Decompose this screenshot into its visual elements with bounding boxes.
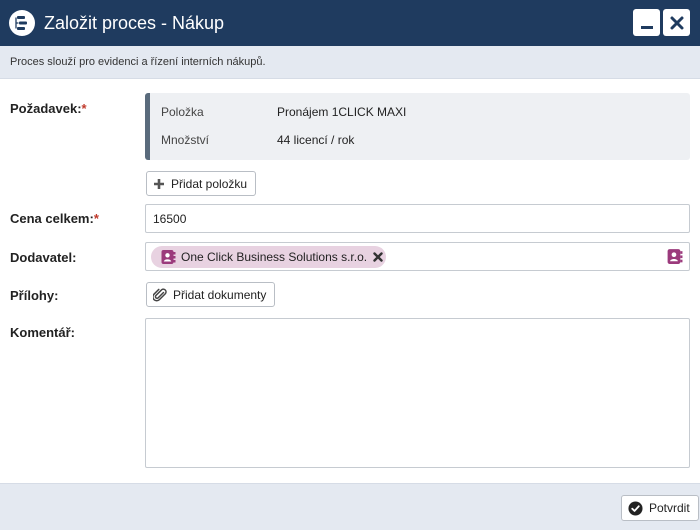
process-icon	[9, 10, 35, 36]
close-button[interactable]	[663, 9, 690, 36]
prilohy-label: Přílohy:	[10, 288, 59, 303]
dialog-title: Založit proces - Nákup	[44, 13, 225, 33]
add-item-label: Přidat položku	[171, 176, 248, 191]
dodavatel-label: Dodavatel:	[10, 250, 77, 265]
required-mark: *	[93, 211, 99, 226]
quantity-value: 44 licencí / rok	[277, 133, 355, 147]
confirm-button[interactable]: Potvrdit	[621, 495, 699, 521]
minimize-button[interactable]	[633, 9, 660, 36]
pozadavek-label-text: Požadavek:	[10, 101, 82, 116]
supplier-chip[interactable]: One Click Business Solutions s.r.o.	[151, 246, 386, 268]
add-documents-button[interactable]: Přidat dokumenty	[146, 282, 276, 307]
check-circle-icon	[628, 500, 643, 516]
supplier-chip-label: One Click Business Solutions s.r.o.	[181, 250, 368, 264]
item-key: Položka	[161, 105, 204, 119]
process-description: Proces slouží pro evidenci a řízení inte…	[0, 46, 700, 79]
cena-label: Cena celkem:*	[10, 211, 99, 226]
confirm-label: Potvrdit	[649, 501, 690, 515]
plus-icon	[153, 178, 165, 190]
title-bar: Založit proces - Nákup	[0, 0, 700, 46]
contact-picker-icon[interactable]	[666, 248, 683, 270]
remove-supplier-icon[interactable]	[373, 252, 383, 262]
cena-label-text: Cena celkem:	[10, 211, 94, 226]
add-item-button[interactable]: Přidat položku	[146, 171, 257, 196]
dialog-footer: Potvrdit	[0, 483, 700, 530]
contact-icon	[160, 249, 176, 265]
request-items-panel[interactable]: Položka Pronájem 1CLICK MAXI Množství 44…	[145, 93, 690, 160]
quantity-key: Množství	[161, 133, 210, 147]
comment-textarea[interactable]	[145, 318, 690, 468]
item-value: Pronájem 1CLICK MAXI	[277, 105, 407, 119]
required-mark: *	[81, 101, 87, 116]
pozadavek-label: Požadavek:*	[10, 101, 87, 116]
create-process-dialog: Založit proces - Nákup Proces slouží pro…	[0, 0, 700, 530]
add-documents-label: Přidat dokumenty	[173, 287, 267, 302]
close-icon	[670, 16, 683, 29]
minimize-icon	[640, 25, 653, 29]
total-price-input[interactable]	[145, 204, 690, 233]
komentar-label: Komentář:	[10, 325, 76, 340]
paperclip-icon	[153, 287, 167, 302]
